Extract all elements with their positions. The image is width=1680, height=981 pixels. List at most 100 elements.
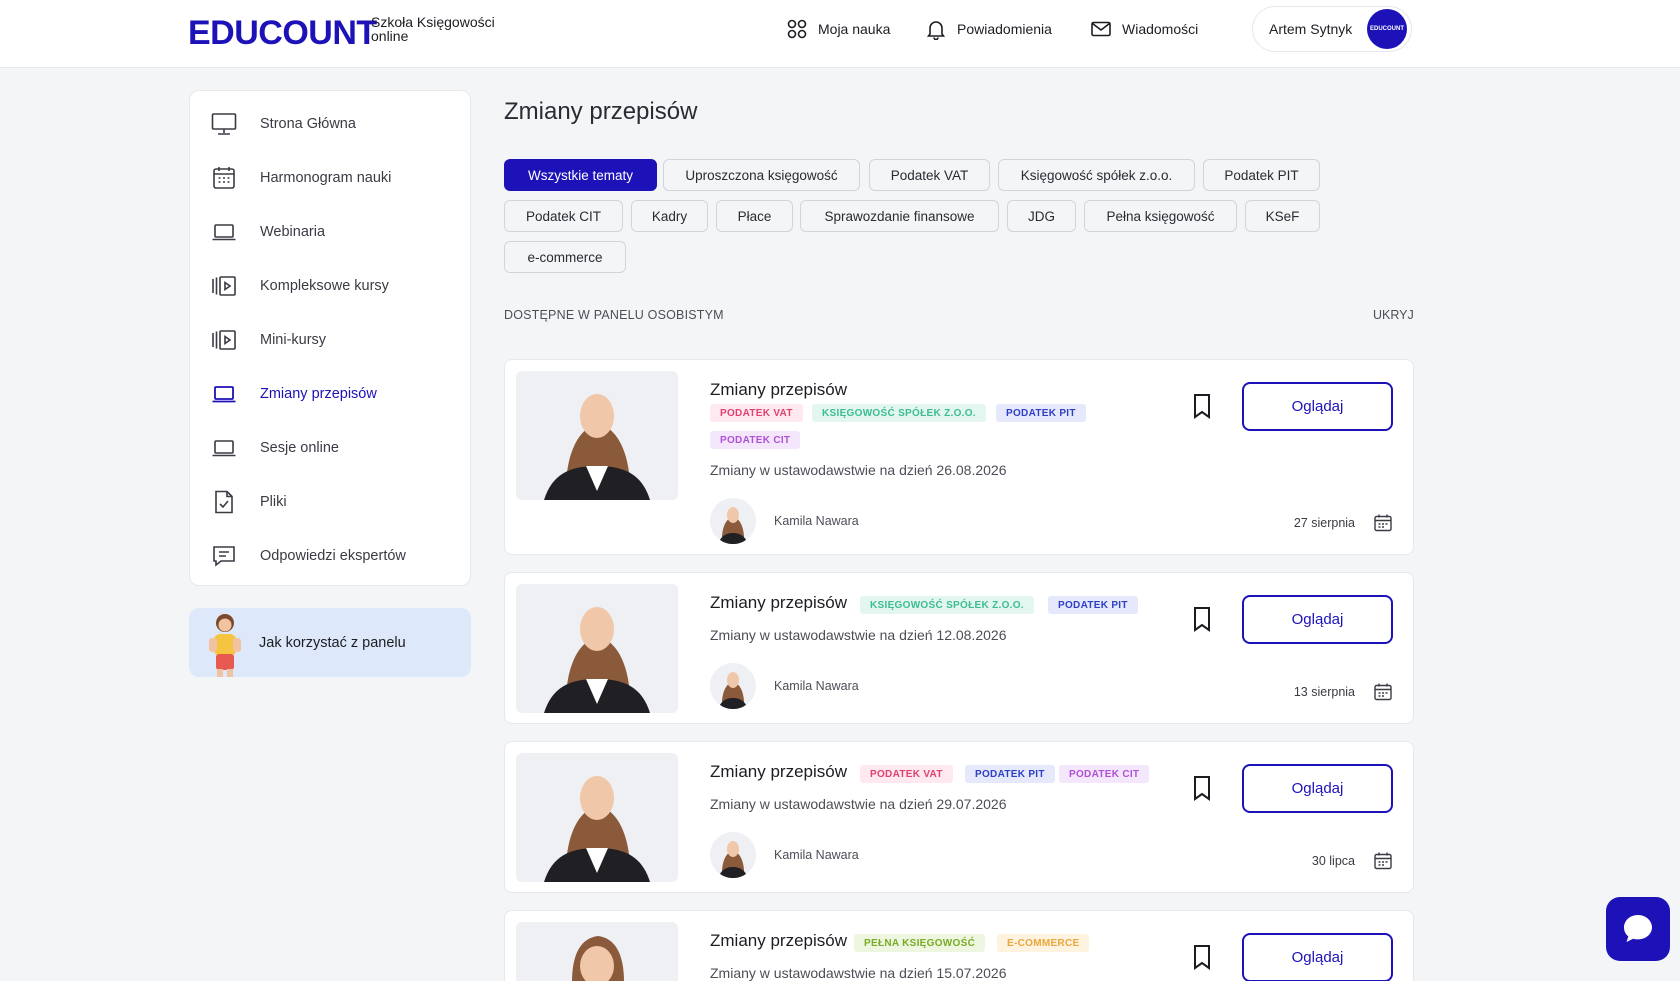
author-name: Kamila Nawara (774, 848, 859, 862)
presenter-photo-icon (544, 607, 650, 713)
help-panel-label: Jak korzystać z panelu (259, 634, 406, 651)
user-name: Artem Sytnyk (1269, 21, 1353, 37)
envelope-icon (1091, 21, 1111, 37)
lesson-title: Zmiany przepisów (710, 593, 847, 612)
calendar-icon (213, 167, 235, 189)
calendar-icon[interactable] (1373, 682, 1393, 702)
filter-chip-place[interactable]: Płace (716, 200, 793, 232)
filter-chip-kadry[interactable]: Kadry (631, 200, 708, 232)
sidebar-item-label: Pliki (260, 494, 287, 510)
user-menu[interactable]: Artem Sytnyk EDUCOUNT (1252, 6, 1412, 52)
nav-moja-nauka[interactable]: Moja nauka (786, 19, 890, 39)
sidebar-item-mini-kursy[interactable]: Mini-kursy (210, 325, 460, 355)
calendar-icon[interactable] (1373, 851, 1393, 871)
filter-chip-pelna[interactable]: Pełna księgowość (1084, 200, 1237, 232)
filter-chip-sprawozdanie[interactable]: Sprawozdanie finansowe (800, 200, 999, 232)
sidebar-item-sesje-online[interactable]: Sesje online (210, 433, 460, 463)
watch-button[interactable]: Oglądaj (1242, 933, 1393, 981)
sidebar-item-harmonogram[interactable]: Harmonogram nauki (210, 163, 460, 193)
sidebar-item-label: Harmonogram nauki (260, 170, 392, 186)
top-header: EDUCOUNT Szkoła Księgowości online Moja … (0, 0, 1680, 68)
tag-podatek-cit: PODATEK CIT (710, 431, 801, 449)
hide-section-link[interactable]: UKRYJ (1373, 308, 1414, 322)
filter-chip-ecommerce[interactable]: e-commerce (504, 241, 626, 273)
nav-powiadomienia[interactable]: Powiadomienia (925, 19, 1052, 40)
author-avatar (710, 663, 756, 709)
sidebar-item-strona-glowna[interactable]: Strona Główna (210, 109, 460, 139)
lesson-card: Zmiany przepisów KSIĘGOWOŚĆ SPÓŁEK Z.O.O… (504, 572, 1414, 724)
sidebar-item-webinaria[interactable]: Webinaria (210, 217, 460, 247)
lesson-thumbnail (516, 584, 678, 713)
filter-chip-uproszczona[interactable]: Uproszczona księgowość (663, 159, 860, 191)
watch-button[interactable]: Oglądaj (1242, 764, 1393, 813)
author-name: Kamila Nawara (774, 514, 859, 528)
laptop-icon (212, 224, 236, 241)
lesson-description: Zmiany w ustawodawstwie na dzień 12.08.2… (710, 627, 1007, 643)
author-avatar (710, 498, 756, 544)
tag-e-commerce: E-COMMERCE (997, 934, 1090, 952)
tag-ksiegowosc-spolek: KSIĘGOWOŚĆ SPÓŁEK Z.O.O. (860, 596, 1034, 614)
author-name: Kamila Nawara (774, 679, 859, 693)
section-label: DOSTĘPNE W PANELU OSOBISTYM (504, 308, 724, 322)
presenter-photo-icon (544, 776, 650, 882)
sidebar-item-label: Odpowiedzi ekspertów (260, 548, 406, 564)
brand-tagline: Szkoła Księgowości online (371, 15, 495, 43)
filter-chip-vat[interactable]: Podatek VAT (869, 159, 990, 191)
brand-logo[interactable]: EDUCOUNT (188, 14, 377, 53)
nav-wiadomosci[interactable]: Wiadomości (1090, 19, 1198, 39)
sidebar-item-pliki[interactable]: Pliki (210, 487, 460, 517)
lesson-date: 30 lipca (1311, 854, 1355, 868)
sidebar-item-label: Webinaria (260, 224, 326, 240)
nav-powiadomienia-label: Powiadomienia (957, 21, 1052, 37)
page-title: Zmiany przepisów (504, 98, 698, 125)
lesson-card: Zmiany przepisów PODATEK VAT KSIĘGOWOŚĆ … (504, 359, 1414, 555)
lesson-thumbnail (516, 753, 678, 882)
filter-chip-ksef[interactable]: KSeF (1245, 200, 1320, 232)
user-avatar: EDUCOUNT (1367, 9, 1407, 49)
bookmark-icon[interactable] (1191, 606, 1213, 632)
video-library-icon (212, 276, 236, 296)
bookmark-icon[interactable] (1191, 393, 1213, 419)
tag-podatek-vat: PODATEK VAT (860, 765, 953, 783)
lesson-title: Zmiany przepisów (710, 380, 847, 399)
bookmark-icon[interactable] (1191, 944, 1213, 970)
tag-podatek-cit: PODATEK CIT (1059, 765, 1150, 783)
watch-button[interactable]: Oglądaj (1242, 595, 1393, 644)
lesson-title: Zmiany przepisów (710, 762, 847, 781)
lesson-date: 13 sierpnia (1293, 685, 1355, 699)
filter-chip-pit[interactable]: Podatek PIT (1203, 159, 1320, 191)
filter-chip-cit[interactable]: Podatek CIT (504, 200, 623, 232)
sidebar-item-label: Kompleksowe kursy (260, 278, 389, 294)
tag-ksiegowosc-spolek: KSIĘGOWOŚĆ SPÓŁEK Z.O.O. (812, 404, 986, 422)
tag-podatek-pit: PODATEK PIT (965, 765, 1055, 783)
grid-circles-icon (787, 19, 807, 39)
tag-podatek-pit: PODATEK PIT (996, 404, 1086, 422)
bell-icon (926, 21, 946, 40)
sidebar-item-kompleksowe-kursy[interactable]: Kompleksowe kursy (210, 271, 460, 301)
chat-widget-button[interactable] (1606, 897, 1670, 961)
sidebar-item-label: Zmiany przepisów (260, 386, 377, 402)
filter-chip-jdg[interactable]: JDG (1007, 200, 1076, 232)
lesson-card: Zmiany przepisów PODATEK VAT PODATEK PIT… (504, 741, 1414, 893)
watch-button[interactable]: Oglądaj (1242, 382, 1393, 431)
lesson-title: Zmiany przepisów (710, 931, 847, 950)
filter-chip-spolek[interactable]: Księgowość spółek z.o.o. (998, 159, 1195, 191)
lesson-date: 27 sierpnia (1293, 516, 1355, 530)
filter-chip-wszystkie[interactable]: Wszystkie tematy (504, 159, 657, 191)
monitor-icon (211, 113, 237, 135)
sidebar-item-odpowiedzi-ekspertow[interactable]: Odpowiedzi ekspertów (210, 541, 460, 571)
laptop-icon (212, 440, 236, 457)
tag-podatek-pit: PODATEK PIT (1048, 596, 1138, 614)
help-panel-link[interactable]: Jak korzystać z panelu (189, 608, 471, 677)
tag-podatek-vat: PODATEK VAT (710, 404, 803, 422)
lesson-card: Zmiany przepisów PEŁNA KSIĘGOWOŚĆ E-COMM… (504, 910, 1414, 981)
laptop-icon (212, 386, 236, 403)
sidebar-item-zmiany-przepisow[interactable]: Zmiany przepisów (210, 379, 460, 409)
lesson-description: Zmiany w ustawodawstwie na dzień 26.08.2… (710, 462, 1007, 478)
file-check-icon (215, 490, 233, 514)
bookmark-icon[interactable] (1191, 775, 1213, 801)
sidebar-item-label: Sesje online (260, 440, 339, 456)
lesson-description: Zmiany w ustawodawstwie na dzień 15.07.2… (710, 965, 1007, 981)
calendar-icon[interactable] (1373, 513, 1393, 533)
nav-wiadomosci-label: Wiadomości (1122, 21, 1199, 37)
